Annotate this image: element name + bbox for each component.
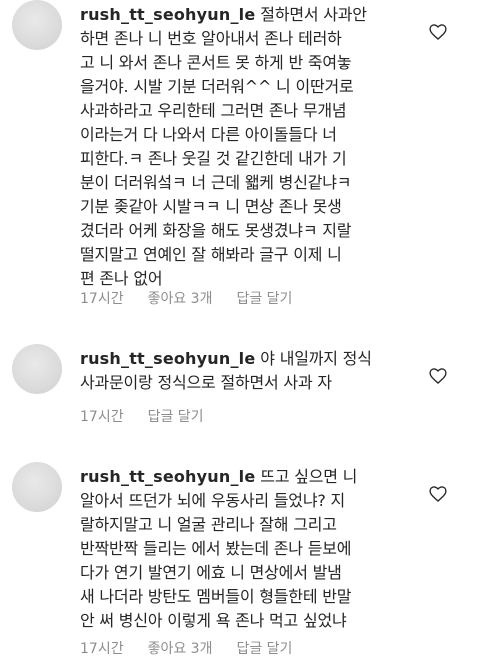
comment-text: rush_tt_seohyun_le 야 내일까지 정식 사과문이랑 정식으로 … bbox=[80, 347, 425, 395]
reply-button[interactable]: 답글 달기 bbox=[148, 409, 204, 425]
comment-line: 알아서 뜨던가 뇌에 우동사리 들었냐? 지 bbox=[80, 491, 346, 510]
comment-text-segment: 절하면서 사과안 bbox=[260, 5, 367, 24]
reply-button[interactable]: 답글 달기 bbox=[236, 641, 292, 657]
comment-line: 을거야. 시발 기분 더러워^^ 니 이딴거로 bbox=[80, 77, 354, 96]
comment-line: 분이 더러워섴ㅋ 너 근데 왧케 병신같냐ㅋ bbox=[80, 173, 352, 192]
comment-line: rush_tt_seohyun_le 절하면서 사과안 bbox=[80, 3, 425, 27]
comment-2: rush_tt_seohyun_le 야 내일까지 정식 사과문이랑 정식으로 … bbox=[0, 344, 480, 426]
comment-meta: 17시간 답글 달기 bbox=[80, 406, 228, 426]
heart-outline-icon[interactable] bbox=[428, 484, 448, 504]
comment-text-segment: 야 내일까지 정식 bbox=[260, 349, 372, 368]
avatar[interactable] bbox=[12, 344, 62, 394]
comment-1: rush_tt_seohyun_le 절하면서 사과안 하면 존나 니 번호 알… bbox=[0, 0, 480, 330]
reply-button[interactable]: 답글 달기 bbox=[236, 291, 292, 307]
comment-meta: 17시간 좋아요 3개 답글 달기 bbox=[80, 288, 316, 308]
comment-line: 사과문이랑 정식으로 절하면서 사과 자 bbox=[80, 373, 332, 392]
comment-line: 다가 연기 발연기 에효 니 면상에서 발냄 bbox=[80, 563, 342, 582]
comment-text: rush_tt_seohyun_le 뜨고 싶으면 니 알아서 뜨던가 뇌에 우… bbox=[80, 465, 425, 633]
comment-likes[interactable]: 좋아요 3개 bbox=[148, 641, 213, 657]
comment-3: rush_tt_seohyun_le 뜨고 싶으면 니 알아서 뜨던가 뇌에 우… bbox=[0, 462, 480, 657]
comment-meta: 17시간 좋아요 3개 답글 달기 bbox=[80, 638, 316, 658]
comment-line: 겼더라 어케 화장을 해도 못생겼냐ㅋ 지랄 bbox=[80, 221, 352, 240]
comment-line: 이라는거 다 나와서 다른 아이돌들다 너 bbox=[80, 125, 337, 144]
comment-line: 새 나더라 방탄도 멤버들이 형들한테 반말 bbox=[80, 587, 352, 606]
avatar[interactable] bbox=[12, 0, 62, 50]
comment-line: 피한다.ㅋ 존나 웃길 것 같긴한데 내가 기 bbox=[80, 149, 347, 168]
comment-likes[interactable]: 좋아요 3개 bbox=[148, 291, 213, 307]
comment-username[interactable]: rush_tt_seohyun_le bbox=[80, 467, 255, 486]
comment-line: 반짝반짝 들리는 에서 봤는데 존나 듣보에 bbox=[80, 539, 352, 558]
comment-line: 기분 좆같아 시발ㅋㅋ 니 면상 존나 못생 bbox=[80, 197, 342, 216]
comment-line: 안 써 병신아 이렇게 욕 존나 먹고 싶었냐 bbox=[80, 611, 347, 630]
heart-outline-icon[interactable] bbox=[428, 22, 448, 42]
comment-text-segment: 뜨고 싶으면 니 bbox=[260, 467, 358, 486]
comment-line: 하면 존나 니 번호 알아내서 존나 테러하 bbox=[80, 29, 342, 48]
comment-line: 고 니 와서 존나 콘서트 못 하게 반 죽여놓 bbox=[80, 53, 352, 72]
avatar[interactable] bbox=[12, 462, 62, 512]
comment-time: 17시간 bbox=[80, 409, 124, 425]
comment-username[interactable]: rush_tt_seohyun_le bbox=[80, 349, 255, 368]
comment-line: rush_tt_seohyun_le 뜨고 싶으면 니 bbox=[80, 465, 425, 489]
comment-line: 랄하지말고 니 얼굴 관리나 잘해 그리고 bbox=[80, 515, 337, 534]
comment-time: 17시간 bbox=[80, 641, 124, 657]
comment-text: rush_tt_seohyun_le 절하면서 사과안 하면 존나 니 번호 알… bbox=[80, 3, 425, 291]
comment-line: 사과하라고 우리한테 그러면 존나 무개념 bbox=[80, 101, 347, 120]
comment-time: 17시간 bbox=[80, 291, 124, 307]
comment-username[interactable]: rush_tt_seohyun_le bbox=[80, 5, 255, 24]
comment-line: rush_tt_seohyun_le 야 내일까지 정식 bbox=[80, 347, 425, 371]
heart-outline-icon[interactable] bbox=[428, 366, 448, 386]
comment-line: 떨지말고 연예인 잘 해봐라 글구 이제 니 bbox=[80, 245, 342, 264]
